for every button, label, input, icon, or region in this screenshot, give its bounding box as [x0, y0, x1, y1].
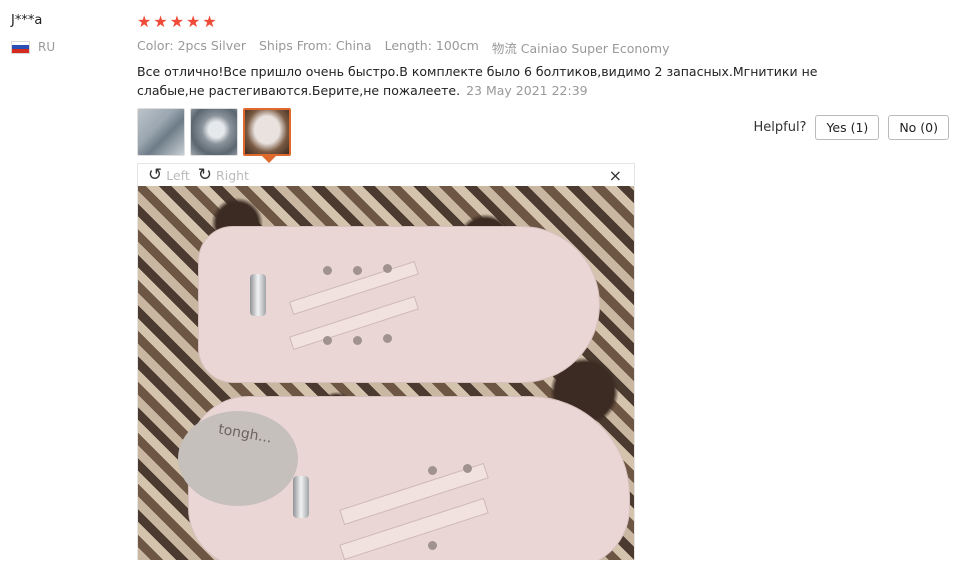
helpful-label: Helpful? [753, 120, 807, 135]
rotate-left-icon: ↺ [148, 165, 163, 185]
country-code: RU [38, 40, 56, 54]
helpful-section: Helpful? Yes (1) No (0) [753, 115, 949, 140]
magnetic-lace-lock [293, 476, 309, 518]
eyelet [383, 264, 392, 273]
review-date: 23 May 2021 22:39 [466, 83, 588, 98]
star-icon: ★ [137, 12, 152, 31]
rotate-right-icon: ↻ [197, 165, 213, 185]
eyelet [463, 464, 472, 473]
star-rating: ★ ★ ★ ★ ★ [137, 13, 217, 31]
rotate-right-label: Right [216, 167, 249, 183]
attr-ships-from: Ships From: China [258, 38, 372, 53]
review-thumbnails [137, 108, 291, 156]
review-thumbnail-2[interactable] [190, 108, 238, 156]
eyelet [428, 466, 437, 475]
viewer-toolbar: ↺ Left ↻ Right × [138, 164, 634, 186]
eyelet [323, 266, 332, 275]
star-icon: ★ [202, 12, 217, 31]
review-photo: tongh... [138, 186, 634, 560]
review-thumbnail-1[interactable] [137, 108, 185, 156]
rotate-right-button[interactable]: ↻ Right [198, 166, 249, 184]
magnetic-lace-lock [250, 274, 266, 316]
helpful-no-button[interactable]: No (0) [888, 115, 949, 140]
close-icon[interactable]: × [609, 166, 622, 185]
eyelet [353, 266, 362, 275]
star-icon: ★ [169, 12, 185, 31]
reviewer-name: J***a [11, 13, 43, 28]
eyelet [353, 336, 362, 345]
review-body: Все отлично!Все пришло очень быстро.В ко… [137, 62, 877, 100]
rotate-left-label: Left [166, 167, 190, 183]
rotate-left-button[interactable]: ↺ Left [148, 166, 190, 184]
star-icon: ★ [186, 12, 201, 31]
reviewer-country: RU [11, 40, 55, 54]
helpful-yes-button[interactable]: Yes (1) [815, 115, 880, 140]
order-attributes: Color: 2pcs Silver Ships From: China Len… [137, 38, 669, 57]
attr-length: Length: 100cm [384, 38, 479, 53]
review-thumbnail-3[interactable] [243, 108, 291, 156]
eyelet [323, 336, 332, 345]
attr-color: Color: 2pcs Silver [137, 38, 246, 53]
eyelet [428, 541, 437, 550]
star-icon: ★ [153, 12, 168, 31]
active-thumbnail-caret-icon [262, 156, 276, 163]
eyelet [383, 334, 392, 343]
image-viewer: ↺ Left ↻ Right × tongh... [137, 163, 635, 560]
attr-logistics: 物流 Cainiao Super Economy [491, 41, 670, 56]
russia-flag-icon [11, 40, 30, 54]
